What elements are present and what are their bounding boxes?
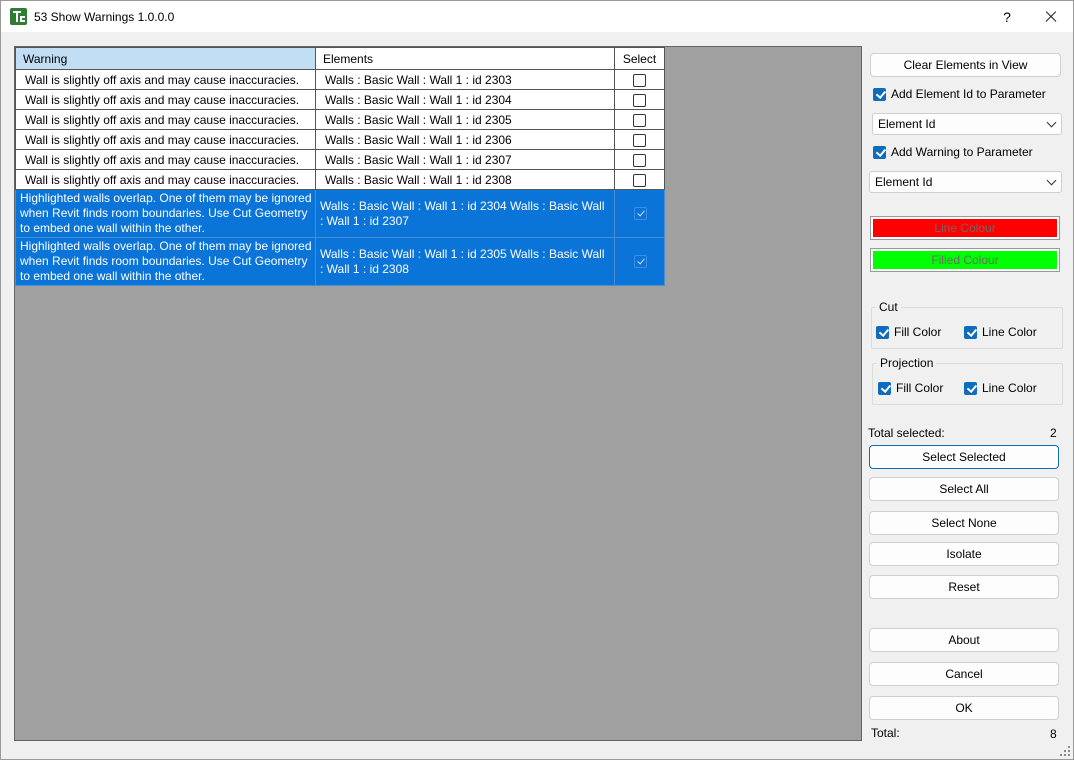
table-row[interactable]: Wall is slightly off axis and may cause …: [15, 69, 665, 90]
select-checkbox[interactable]: [633, 113, 646, 127]
select-all-button[interactable]: Select All: [869, 477, 1059, 501]
cut-fill-color-label: Fill Color: [894, 325, 942, 339]
projection-line-color-checkbox[interactable]: Line Color: [964, 381, 1037, 395]
column-header-warning[interactable]: Warning: [15, 47, 316, 70]
reset-button[interactable]: Reset: [869, 575, 1059, 599]
table-row[interactable]: Wall is slightly off axis and may cause …: [15, 169, 665, 190]
dialog-window: 53 Show Warnings 1.0.0.0 ? Warning Eleme…: [0, 0, 1074, 760]
warnings-table: Warning Elements Select Wall is slightly…: [15, 47, 665, 286]
table-header-row: Warning Elements Select: [15, 47, 665, 70]
add-element-id-checkbox[interactable]: Add Element Id to Parameter: [873, 87, 1046, 101]
add-warning-label: Add Warning to Parameter: [891, 145, 1033, 159]
select-checkbox[interactable]: [633, 93, 646, 107]
warning-cell[interactable]: Wall is slightly off axis and may cause …: [15, 89, 316, 110]
select-checkbox[interactable]: [633, 173, 646, 187]
select-checkbox[interactable]: [633, 73, 646, 87]
elements-cell[interactable]: Walls : Basic Wall : Wall 1 : id 2304: [315, 89, 615, 110]
elements-cell[interactable]: Walls : Basic Wall : Wall 1 : id 2306: [315, 129, 615, 150]
warning-cell[interactable]: Wall is slightly off axis and may cause …: [15, 109, 316, 130]
app-logo-icon: [10, 8, 27, 25]
elements-cell[interactable]: Walls : Basic Wall : Wall 1 : id 2305: [315, 109, 615, 130]
clear-elements-button[interactable]: Clear Elements in View: [870, 53, 1061, 77]
warning-parameter-select[interactable]: Element Id: [869, 171, 1062, 193]
cut-line-color-checkbox[interactable]: Line Color: [964, 325, 1037, 339]
add-warning-checkbox[interactable]: Add Warning to Parameter: [873, 145, 1033, 159]
projection-group-title: Projection: [880, 356, 934, 370]
warning-cell[interactable]: Highlighted walls overlap. One of them m…: [15, 189, 316, 238]
ok-button[interactable]: OK: [869, 696, 1059, 720]
select-checkbox[interactable]: [633, 153, 646, 167]
column-header-elements[interactable]: Elements: [315, 47, 615, 70]
title-bar: 53 Show Warnings 1.0.0.0 ?: [1, 1, 1073, 32]
checkbox-icon: [873, 87, 886, 101]
projection-fill-color-label: Fill Color: [896, 381, 944, 395]
select-selected-button[interactable]: Select Selected: [869, 445, 1059, 469]
element-parameter-value: Element Id: [878, 117, 936, 131]
select-cell: [614, 169, 665, 190]
total-selected-value: 2: [1050, 426, 1057, 440]
checkbox-icon: [878, 381, 891, 395]
table-row[interactable]: Highlighted walls overlap. One of them m…: [15, 237, 665, 286]
select-checkbox[interactable]: [633, 207, 647, 221]
projection-line-color-label: Line Color: [982, 381, 1037, 395]
elements-cell[interactable]: Walls : Basic Wall : Wall 1 : id 2304 Wa…: [315, 189, 615, 238]
line-colour-swatch: Line Colour: [873, 219, 1057, 237]
warnings-grid[interactable]: Warning Elements Select Wall is slightly…: [14, 46, 862, 741]
help-button[interactable]: ?: [997, 7, 1017, 27]
cut-group-title: Cut: [879, 300, 898, 314]
column-header-select[interactable]: Select: [614, 47, 665, 70]
table-row[interactable]: Wall is slightly off axis and may cause …: [15, 149, 665, 170]
select-none-button[interactable]: Select None: [869, 511, 1059, 535]
select-cell: [614, 69, 665, 90]
filled-colour-swatch: Filled Colour: [873, 251, 1057, 269]
element-parameter-select[interactable]: Element Id: [872, 113, 1062, 135]
cut-line-color-label: Line Color: [982, 325, 1037, 339]
elements-cell[interactable]: Walls : Basic Wall : Wall 1 : id 2305 Wa…: [315, 237, 615, 286]
isolate-button[interactable]: Isolate: [869, 542, 1059, 566]
select-checkbox[interactable]: [633, 133, 646, 147]
table-row[interactable]: Wall is slightly off axis and may cause …: [15, 89, 665, 110]
window-title: 53 Show Warnings 1.0.0.0: [34, 10, 175, 24]
checkbox-icon: [873, 145, 886, 159]
select-cell: [614, 149, 665, 170]
select-checkbox[interactable]: [633, 255, 647, 269]
chevron-down-icon: [1046, 175, 1057, 186]
warning-parameter-value: Element Id: [875, 175, 933, 189]
checkbox-icon: [876, 325, 889, 339]
close-icon[interactable]: [1041, 7, 1061, 27]
warning-cell[interactable]: Highlighted walls overlap. One of them m…: [15, 237, 316, 286]
select-cell: [614, 89, 665, 110]
elements-cell[interactable]: Walls : Basic Wall : Wall 1 : id 2308: [315, 169, 615, 190]
total-label: Total:: [871, 726, 900, 740]
line-colour-button[interactable]: Line Colour: [870, 216, 1060, 240]
total-value: 8: [1050, 727, 1057, 741]
table-row[interactable]: Wall is slightly off axis and may cause …: [15, 129, 665, 150]
warning-cell[interactable]: Wall is slightly off axis and may cause …: [15, 69, 316, 90]
table-row[interactable]: Highlighted walls overlap. One of them m…: [15, 189, 665, 238]
about-button[interactable]: About: [869, 628, 1059, 652]
select-cell: [614, 189, 665, 238]
chevron-down-icon: [1046, 117, 1057, 128]
add-element-id-label: Add Element Id to Parameter: [891, 87, 1046, 101]
total-selected-label: Total selected:: [868, 426, 945, 440]
select-cell: [614, 237, 665, 286]
cut-fill-color-checkbox[interactable]: Fill Color: [876, 325, 941, 339]
warning-cell[interactable]: Wall is slightly off axis and may cause …: [15, 129, 316, 150]
cancel-button[interactable]: Cancel: [869, 662, 1059, 686]
projection-fill-color-checkbox[interactable]: Fill Color: [878, 381, 943, 395]
checkbox-icon: [964, 325, 977, 339]
filled-colour-button[interactable]: Filled Colour: [870, 248, 1060, 272]
resize-grip-icon[interactable]: [1060, 746, 1070, 756]
select-cell: [614, 109, 665, 130]
table-row[interactable]: Wall is slightly off axis and may cause …: [15, 109, 665, 130]
warning-cell[interactable]: Wall is slightly off axis and may cause …: [15, 169, 316, 190]
select-cell: [614, 129, 665, 150]
warning-cell[interactable]: Wall is slightly off axis and may cause …: [15, 149, 316, 170]
elements-cell[interactable]: Walls : Basic Wall : Wall 1 : id 2303: [315, 69, 615, 90]
elements-cell[interactable]: Walls : Basic Wall : Wall 1 : id 2307: [315, 149, 615, 170]
checkbox-icon: [964, 381, 977, 395]
